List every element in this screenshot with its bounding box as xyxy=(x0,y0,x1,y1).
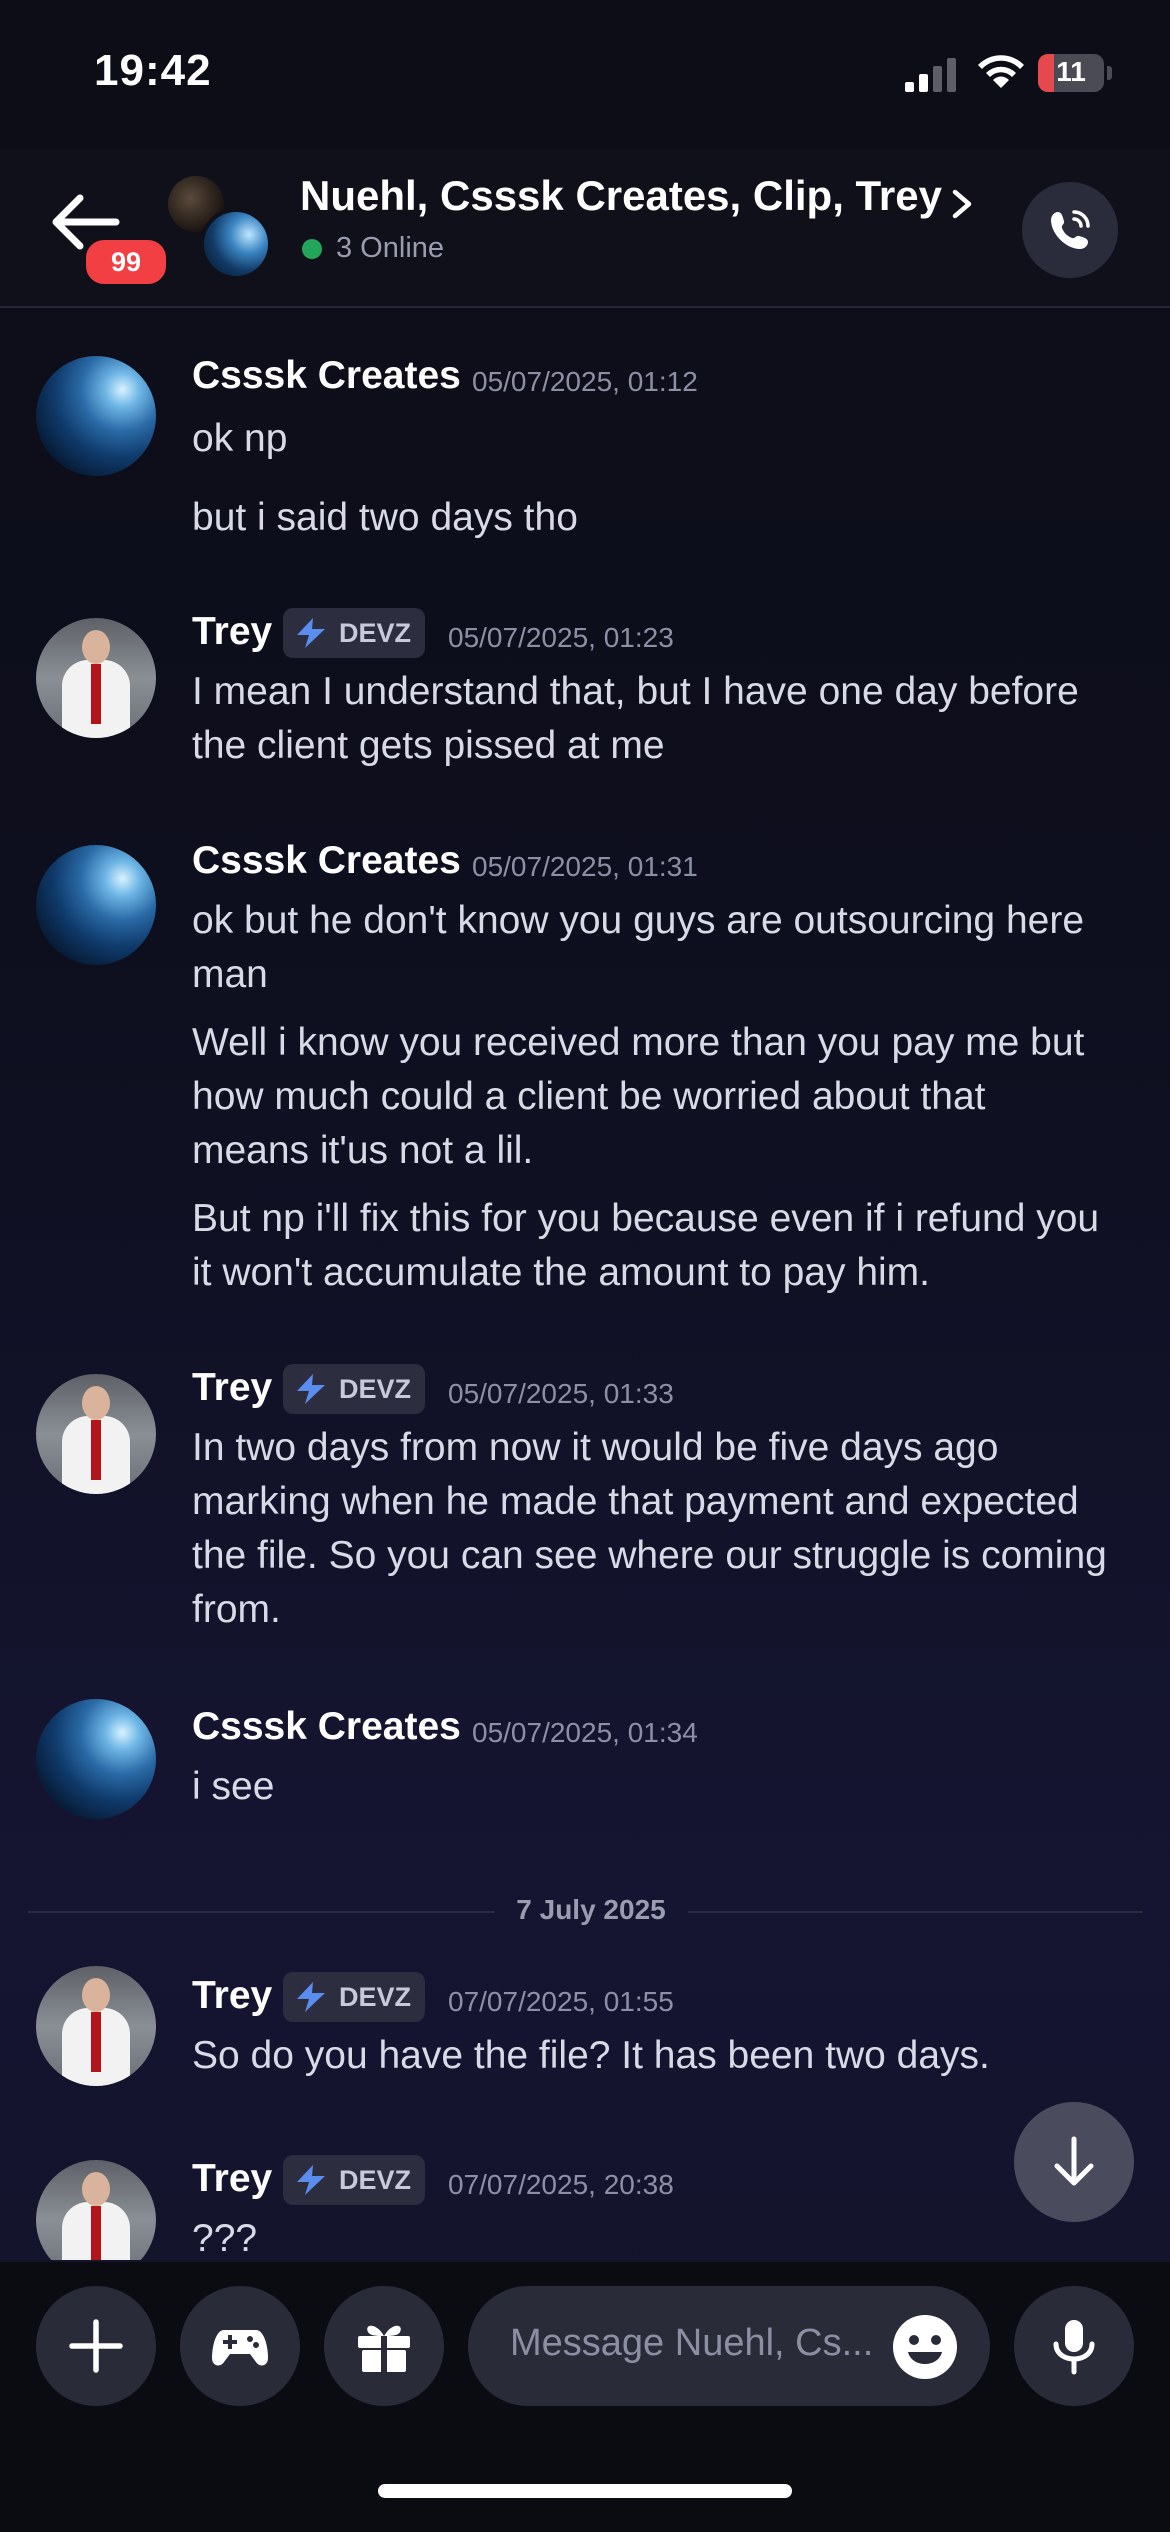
message-text[interactable]: from. xyxy=(192,1583,1142,1637)
message-text[interactable]: man xyxy=(192,948,1142,1002)
avatar[interactable] xyxy=(36,2160,156,2260)
battery-icon: 11 xyxy=(1038,54,1112,92)
lightning-icon xyxy=(297,618,325,648)
message-text[interactable]: the client gets pissed at me xyxy=(192,719,1142,773)
message-text[interactable]: In two days from now it would be five da… xyxy=(192,1421,1142,1475)
lightning-icon xyxy=(297,1374,325,1404)
message-text[interactable]: how much could a client be worried about… xyxy=(192,1070,1142,1124)
plus-icon xyxy=(69,2319,123,2373)
battery-level: 11 xyxy=(1056,56,1086,87)
date-divider-label: 7 July 2025 xyxy=(516,1894,666,1925)
message-text[interactable]: it won't accumulate the amount to pay hi… xyxy=(192,1246,1142,1300)
gamepad-icon xyxy=(212,2330,268,2366)
message-text[interactable]: the file. So you can see where our strug… xyxy=(192,1529,1142,1583)
call-button[interactable] xyxy=(1022,182,1118,278)
role-tag: DEVZ xyxy=(283,2155,426,2205)
message-text[interactable]: ??? xyxy=(192,2212,1142,2260)
message-text[interactable]: I mean I understand that, but I have one… xyxy=(192,665,1142,719)
message-text[interactable]: But np i'll fix this for you because eve… xyxy=(192,1192,1142,1246)
message-input-placeholder: Message Nuehl, Cs... xyxy=(510,2322,874,2364)
microphone-icon xyxy=(1053,2320,1095,2375)
message-text[interactable]: but i said two days tho xyxy=(192,491,1142,545)
chat-header: 99 Nuehl, Csssk Creates, Clip, Trey 3 On… xyxy=(0,150,1170,308)
avatar[interactable] xyxy=(36,845,156,965)
message-text[interactable]: Well i know you received more than you p… xyxy=(192,1016,1142,1070)
role-tag-label: DEVZ xyxy=(339,1982,412,2012)
message-author[interactable]: Csssk Creates xyxy=(192,354,461,398)
message-author[interactable]: Csssk Creates xyxy=(192,839,461,883)
message-timestamp: 05/07/2025, 01:33 xyxy=(448,1378,674,1409)
message-author[interactable]: Trey xyxy=(192,1974,272,2018)
avatar[interactable] xyxy=(36,356,156,476)
message-timestamp: 05/07/2025, 01:12 xyxy=(472,366,698,397)
message-input[interactable]: Message Nuehl, Cs... xyxy=(468,2286,990,2406)
gift-button[interactable] xyxy=(324,2286,444,2406)
unread-badge: 99 xyxy=(82,236,170,288)
role-tag: DEVZ xyxy=(283,608,426,658)
add-attachment-button[interactable] xyxy=(36,2286,156,2406)
avatar[interactable] xyxy=(36,618,156,738)
gift-icon xyxy=(358,2325,410,2372)
arrow-down-icon xyxy=(1054,2136,1094,2186)
message-author[interactable]: Trey xyxy=(192,2157,272,2201)
message-text[interactable]: marking when he made that payment and ex… xyxy=(192,1475,1142,1529)
group-avatar-secondary xyxy=(200,208,272,280)
message-timestamp: 07/07/2025, 20:38 xyxy=(448,2169,674,2200)
cellular-signal-icon xyxy=(905,58,956,92)
message-list[interactable]: Csssk Creates 05/07/2025, 01:12 ok np bu… xyxy=(0,308,1170,2260)
jump-to-latest-button[interactable] xyxy=(1014,2102,1134,2222)
message-text[interactable]: i see xyxy=(192,1760,1142,1814)
message-timestamp: 05/07/2025, 01:23 xyxy=(448,622,674,653)
message-timestamp: 07/07/2025, 01:55 xyxy=(448,1986,674,2017)
message-author[interactable]: Trey xyxy=(192,1366,272,1410)
message-timestamp: 05/07/2025, 01:31 xyxy=(472,851,698,882)
phone-icon xyxy=(1051,210,1090,249)
online-indicator xyxy=(302,239,322,259)
message-timestamp: 05/07/2025, 01:34 xyxy=(472,1717,698,1748)
online-count: 3 Online xyxy=(336,232,445,264)
date-divider: 7 July 2025 xyxy=(28,1894,1142,1928)
lightning-icon xyxy=(297,1982,325,2012)
role-tag: DEVZ xyxy=(283,1972,426,2022)
voice-message-button[interactable] xyxy=(1014,2286,1134,2406)
role-tag-label: DEVZ xyxy=(339,618,412,648)
activities-button[interactable] xyxy=(180,2286,300,2406)
status-time: 19:42 xyxy=(94,46,212,95)
wifi-icon xyxy=(978,55,1024,88)
status-bar: 19:42 11 xyxy=(0,0,1170,150)
home-indicator xyxy=(378,2484,792,2498)
role-tag: DEVZ xyxy=(283,1364,426,1414)
lightning-icon xyxy=(297,2165,325,2195)
chevron-right-icon[interactable] xyxy=(950,188,974,220)
chat-title[interactable]: Nuehl, Csssk Creates, Clip, Trey xyxy=(300,172,942,220)
role-tag-label: DEVZ xyxy=(339,2165,412,2195)
avatar[interactable] xyxy=(36,1374,156,1494)
avatar[interactable] xyxy=(36,1699,156,1819)
avatar[interactable] xyxy=(36,1966,156,2086)
message-author[interactable]: Csssk Creates xyxy=(192,1705,461,1749)
message-text[interactable]: So do you have the file? It has been two… xyxy=(192,2029,1142,2083)
message-text[interactable]: ok np xyxy=(192,412,1142,466)
message-author[interactable]: Trey xyxy=(192,610,272,654)
message-text[interactable]: means it'us not a lil. xyxy=(192,1124,1142,1178)
emoji-icon[interactable] xyxy=(890,2312,960,2382)
role-tag-label: DEVZ xyxy=(339,1374,412,1404)
message-text[interactable]: ok but he don't know you guys are outsou… xyxy=(192,894,1142,948)
